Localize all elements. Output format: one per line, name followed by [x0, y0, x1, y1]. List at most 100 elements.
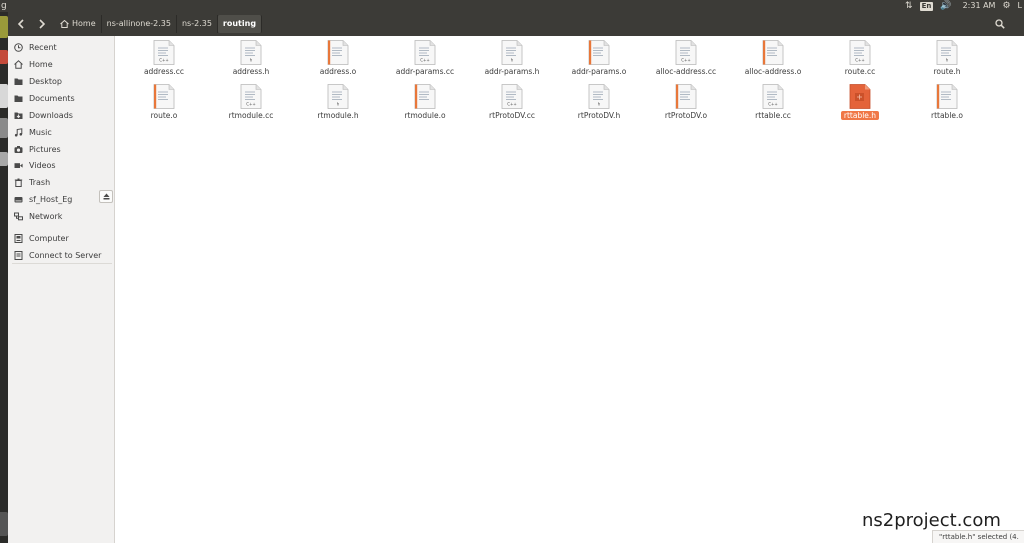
header-file-icon: h: [936, 40, 958, 65]
sidebar-item-home[interactable]: Home: [8, 56, 114, 72]
sidebar-item-desktop[interactable]: Desktop: [8, 73, 114, 89]
trash-icon: [14, 178, 23, 187]
svg-text:h: h: [337, 102, 340, 107]
forward-arrow-icon: [39, 19, 46, 29]
clock[interactable]: 2:31 AM: [963, 0, 996, 12]
sidebar-item-label: Trash: [29, 177, 51, 187]
sidebar-item-pictures[interactable]: Pictures: [8, 141, 114, 157]
gear-icon[interactable]: ⚙: [1002, 0, 1010, 12]
file-name-text: rtmodule.cc: [228, 111, 274, 120]
status-bar: "rttable.h" selected (4.: [932, 530, 1024, 543]
network-updown-icon[interactable]: ⇅: [905, 0, 913, 12]
file-item[interactable]: rtmodule.o: [382, 80, 468, 124]
launcher-item[interactable]: [0, 152, 8, 166]
file-name: addr-params.h: [469, 67, 555, 76]
breadcrumb-label: ns-2.35: [181, 19, 212, 28]
file-name-text: alloc-address.cc: [655, 67, 717, 76]
file-name-text: address.h: [232, 67, 270, 76]
volume-icon[interactable]: 🔊: [940, 0, 951, 12]
file-name: addr-params.o: [556, 67, 642, 76]
file-item[interactable]: h address.h: [208, 36, 294, 80]
breadcrumb-label: routing: [222, 19, 257, 28]
breadcrumb-routing[interactable]: routing: [217, 15, 263, 33]
svg-text:C++: C++: [681, 58, 691, 63]
file-item[interactable]: C++ addr-params.cc: [382, 36, 468, 80]
file-item[interactable]: addr-params.o: [556, 36, 642, 80]
sidebar-item-documents[interactable]: Documents: [8, 90, 114, 106]
file-item[interactable]: rtProtoDV.o: [643, 80, 729, 124]
keyboard-layout-indicator[interactable]: En: [919, 1, 934, 11]
file-name: rttable.cc: [730, 111, 816, 120]
sidebar-item-connect-to-server[interactable]: Connect to Server: [8, 247, 114, 263]
clock-icon: [14, 42, 23, 52]
svg-text:C++: C++: [159, 58, 169, 63]
file-name-text: addr-params.h: [484, 67, 540, 76]
file-name: rtmodule.h: [295, 111, 381, 120]
sidebar-item-videos[interactable]: Videos: [8, 157, 114, 173]
file-item[interactable]: C++ address.cc: [121, 36, 207, 80]
sidebar-item-computer[interactable]: Computer: [8, 230, 114, 246]
file-item[interactable]: C++ rtProtoDV.cc: [469, 80, 555, 124]
sidebar-item-downloads[interactable]: Downloads: [8, 107, 114, 123]
computer-icon: [14, 233, 23, 243]
breadcrumb-ns-allinone[interactable]: ns-allinone-2.35: [102, 15, 177, 33]
cpp-source-file-icon: C++: [153, 40, 175, 65]
sidebar-item-music[interactable]: Music: [8, 124, 114, 140]
cpp-source-file-icon: C++: [675, 40, 697, 65]
launcher-item[interactable]: [0, 512, 8, 536]
breadcrumb-label: ns-allinone-2.35: [106, 19, 171, 28]
file-item[interactable]: h rtmodule.h: [295, 80, 381, 124]
launcher-item[interactable]: [0, 16, 8, 38]
file-item[interactable]: h route.h: [904, 36, 990, 80]
file-item[interactable]: C++ route.cc: [817, 36, 903, 80]
user-menu[interactable]: L: [1018, 0, 1022, 12]
breadcrumb-home[interactable]: Home: [55, 15, 102, 33]
file-item[interactable]: rttable.o: [904, 80, 990, 124]
sidebar-item-label: Videos: [29, 160, 56, 170]
sidebar-item-recent[interactable]: Recent: [8, 39, 114, 55]
file-name-text: addr-params.o: [571, 67, 627, 76]
sidebar-item-label: Recent: [29, 42, 57, 52]
forward-button[interactable]: [34, 15, 50, 33]
sidebar-item-trash[interactable]: Trash: [8, 174, 114, 190]
file-item[interactable]: h addr-params.h: [469, 36, 555, 80]
file-item[interactable]: route.o: [121, 80, 207, 124]
launcher-item[interactable]: [0, 50, 8, 64]
sidebar-item-network[interactable]: Network: [8, 208, 114, 224]
file-item[interactable]: C++ rttable.cc: [730, 80, 816, 124]
file-name-text: address.o: [319, 67, 357, 76]
sidebar-item-label: Pictures: [29, 144, 61, 154]
back-button[interactable]: [13, 15, 29, 33]
object-file-icon: [936, 84, 958, 109]
file-item[interactable]: C++ rtmodule.cc: [208, 80, 294, 124]
file-name: addr-params.cc: [382, 67, 468, 76]
sidebar-item-label: Documents: [29, 93, 75, 103]
file-item[interactable]: address.o: [295, 36, 381, 80]
object-file-icon: [762, 40, 784, 65]
file-item[interactable]: h rtProtoDV.h: [556, 80, 642, 124]
file-name: route.cc: [817, 67, 903, 76]
file-name: rtmodule.o: [382, 111, 468, 120]
file-name-text: rttable.cc: [755, 111, 791, 120]
file-name: rttable.o: [904, 111, 990, 120]
network-icon: [14, 212, 23, 221]
cpp-source-file-icon: C++: [414, 40, 436, 65]
cpp-source-file-icon: C++: [849, 40, 871, 65]
file-item[interactable]: rttable.h: [817, 80, 903, 124]
sidebar-item-sf-host-eg[interactable]: sf_Host_Eg: [8, 191, 114, 207]
breadcrumb-ns-2-35[interactable]: ns-2.35: [177, 15, 218, 33]
file-item[interactable]: alloc-address.o: [730, 36, 816, 80]
file-name: alloc-address.cc: [643, 67, 729, 76]
object-file-icon: [414, 84, 436, 109]
launcher-item[interactable]: [0, 118, 8, 138]
cpp-source-file-icon: C++: [240, 84, 262, 109]
launcher-item[interactable]: [0, 84, 8, 108]
search-button[interactable]: [992, 16, 1008, 32]
header-file-icon: h: [327, 84, 349, 109]
file-item[interactable]: C++ alloc-address.cc: [643, 36, 729, 80]
file-name-text: route.h: [933, 67, 961, 76]
object-file-icon: [153, 84, 175, 109]
file-name: rtProtoDV.cc: [469, 111, 555, 120]
breadcrumb-label: Home: [72, 19, 96, 28]
file-name: rtProtoDV.o: [643, 111, 729, 120]
